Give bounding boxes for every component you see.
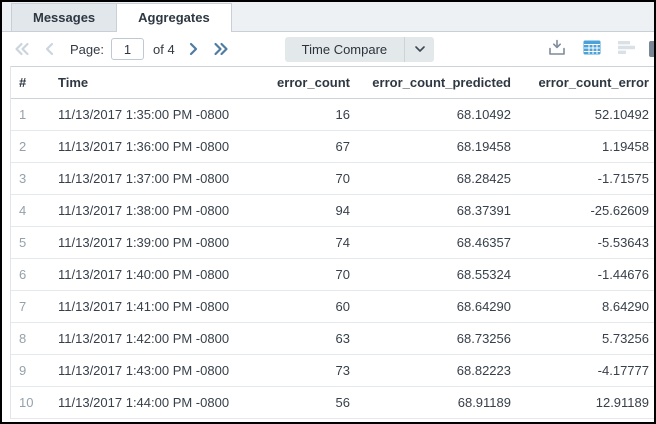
column-header-error_count[interactable]: error_count [262, 67, 358, 99]
table-cell[interactable]: 68.82223 [358, 355, 519, 387]
column-header-time[interactable]: Time [50, 67, 262, 99]
download-button[interactable] [546, 37, 568, 61]
page-label: Page: [70, 42, 104, 57]
table-cell[interactable]: 68.64290 [358, 291, 519, 323]
table-cell[interactable]: 63 [262, 323, 358, 355]
table-row: 211/13/2017 1:36:00 PM -08006768.194581.… [11, 131, 656, 163]
table-cell[interactable]: 68.10492 [358, 99, 519, 131]
first-page-button[interactable] [10, 40, 33, 58]
table-cell[interactable]: 74 [262, 227, 358, 259]
row-number-cell: 10 [11, 387, 50, 419]
table-cell[interactable]: 73 [262, 355, 358, 387]
row-number-cell: 5 [11, 227, 50, 259]
table-cell[interactable]: 11/13/2017 1:37:00 PM -0800 [50, 163, 262, 195]
page-total: of 4 [153, 42, 175, 57]
time-compare-label: Time Compare [285, 37, 404, 62]
page-input[interactable] [111, 38, 144, 60]
double-chevron-right-icon [213, 42, 230, 56]
table-cell[interactable]: 12.91189 [519, 387, 656, 419]
table-cell[interactable]: 1.19458 [519, 131, 656, 163]
table-row: 911/13/2017 1:43:00 PM -08007368.82223-4… [11, 355, 656, 387]
pagination: Page: of 4 [10, 38, 233, 60]
table-cell[interactable]: 60 [262, 291, 358, 323]
row-number-cell: 4 [11, 195, 50, 227]
table-row: 511/13/2017 1:39:00 PM -08007468.46357-5… [11, 227, 656, 259]
table-cell[interactable]: -5.53643 [519, 227, 656, 259]
table-row: 611/13/2017 1:40:00 PM -08007068.55324-1… [11, 259, 656, 291]
row-number-cell: 6 [11, 259, 50, 291]
table-row: 811/13/2017 1:42:00 PM -08006368.732565.… [11, 323, 656, 355]
prev-page-button[interactable] [41, 40, 58, 58]
table-cell[interactable]: -25.62609 [519, 195, 656, 227]
tab-bar: Messages Aggregates [2, 2, 654, 32]
table-cell[interactable]: 11/13/2017 1:40:00 PM -0800 [50, 259, 262, 291]
next-page-button[interactable] [185, 40, 202, 58]
table-cell[interactable]: 16 [262, 99, 358, 131]
table-cell[interactable]: 56 [262, 387, 358, 419]
results-table-container: #Timeerror_counterror_count_predictederr… [10, 66, 654, 419]
row-number-cell: 1 [11, 99, 50, 131]
toolbar: Page: of 4 Time Compare [2, 32, 654, 66]
table-cell[interactable]: 11/13/2017 1:38:00 PM -0800 [50, 195, 262, 227]
table-cell[interactable]: 68.28425 [358, 163, 519, 195]
toolbar-actions [546, 37, 654, 61]
table-cell[interactable]: 11/13/2017 1:44:00 PM -0800 [50, 387, 262, 419]
bar-chart-view-icon [618, 40, 638, 58]
table-view-icon [583, 40, 601, 58]
tab-aggregates[interactable]: Aggregates [116, 3, 232, 32]
table-cell[interactable]: 70 [262, 163, 358, 195]
table-body: 111/13/2017 1:35:00 PM -08001668.1049252… [11, 99, 656, 419]
chart-view-button[interactable] [616, 38, 640, 60]
column-header-index[interactable]: # [11, 67, 50, 99]
table-cell[interactable]: -4.17777 [519, 355, 656, 387]
table-cell[interactable]: 68.19458 [358, 131, 519, 163]
row-number-cell: 8 [11, 323, 50, 355]
chevron-down-icon [414, 40, 426, 58]
table-row: 311/13/2017 1:37:00 PM -08007068.28425-1… [11, 163, 656, 195]
results-panel: Messages Aggregates Page: of 4 [0, 0, 656, 424]
results-table: #Timeerror_counterror_count_predictederr… [11, 66, 656, 419]
row-number-cell: 9 [11, 355, 50, 387]
table-row: 411/13/2017 1:38:00 PM -08009468.37391-2… [11, 195, 656, 227]
row-number-cell: 7 [11, 291, 50, 323]
table-cell[interactable]: 94 [262, 195, 358, 227]
double-chevron-left-icon [13, 42, 30, 56]
table-cell[interactable]: 11/13/2017 1:42:00 PM -0800 [50, 323, 262, 355]
chevron-left-icon [44, 42, 55, 56]
time-compare-caret[interactable] [404, 37, 434, 62]
table-row: 1011/13/2017 1:44:00 PM -08005668.911891… [11, 387, 656, 419]
table-row: 711/13/2017 1:41:00 PM -08006068.642908.… [11, 291, 656, 323]
table-cell[interactable]: 52.10492 [519, 99, 656, 131]
table-cell[interactable]: 68.37391 [358, 195, 519, 227]
table-cell[interactable]: 11/13/2017 1:36:00 PM -0800 [50, 131, 262, 163]
row-number-cell: 2 [11, 131, 50, 163]
cutoff-icon-sliver [649, 41, 654, 57]
table-cell[interactable]: 11/13/2017 1:41:00 PM -0800 [50, 291, 262, 323]
column-header-error_count_error[interactable]: error_count_error [519, 67, 656, 99]
table-cell[interactable]: 5.73256 [519, 323, 656, 355]
table-cell[interactable]: 11/13/2017 1:43:00 PM -0800 [50, 355, 262, 387]
table-cell[interactable]: 11/13/2017 1:39:00 PM -0800 [50, 227, 262, 259]
table-cell[interactable]: 68.73256 [358, 323, 519, 355]
download-icon [548, 39, 566, 59]
column-header-error_count_predicted[interactable]: error_count_predicted [358, 67, 519, 99]
table-cell[interactable]: 67 [262, 131, 358, 163]
table-cell[interactable]: 11/13/2017 1:35:00 PM -0800 [50, 99, 262, 131]
time-compare-button[interactable]: Time Compare [285, 37, 434, 62]
tab-messages[interactable]: Messages [11, 3, 116, 31]
table-cell[interactable]: -1.71575 [519, 163, 656, 195]
table-cell[interactable]: 8.64290 [519, 291, 656, 323]
table-view-button[interactable] [581, 38, 603, 60]
chevron-right-icon [188, 42, 199, 56]
row-number-cell: 3 [11, 163, 50, 195]
table-cell[interactable]: 68.91189 [358, 387, 519, 419]
table-row: 111/13/2017 1:35:00 PM -08001668.1049252… [11, 99, 656, 131]
table-cell[interactable]: 68.46357 [358, 227, 519, 259]
table-cell[interactable]: -1.44676 [519, 259, 656, 291]
table-header-row: #Timeerror_counterror_count_predictederr… [11, 67, 656, 99]
last-page-button[interactable] [210, 40, 233, 58]
table-cell[interactable]: 68.55324 [358, 259, 519, 291]
table-cell[interactable]: 70 [262, 259, 358, 291]
